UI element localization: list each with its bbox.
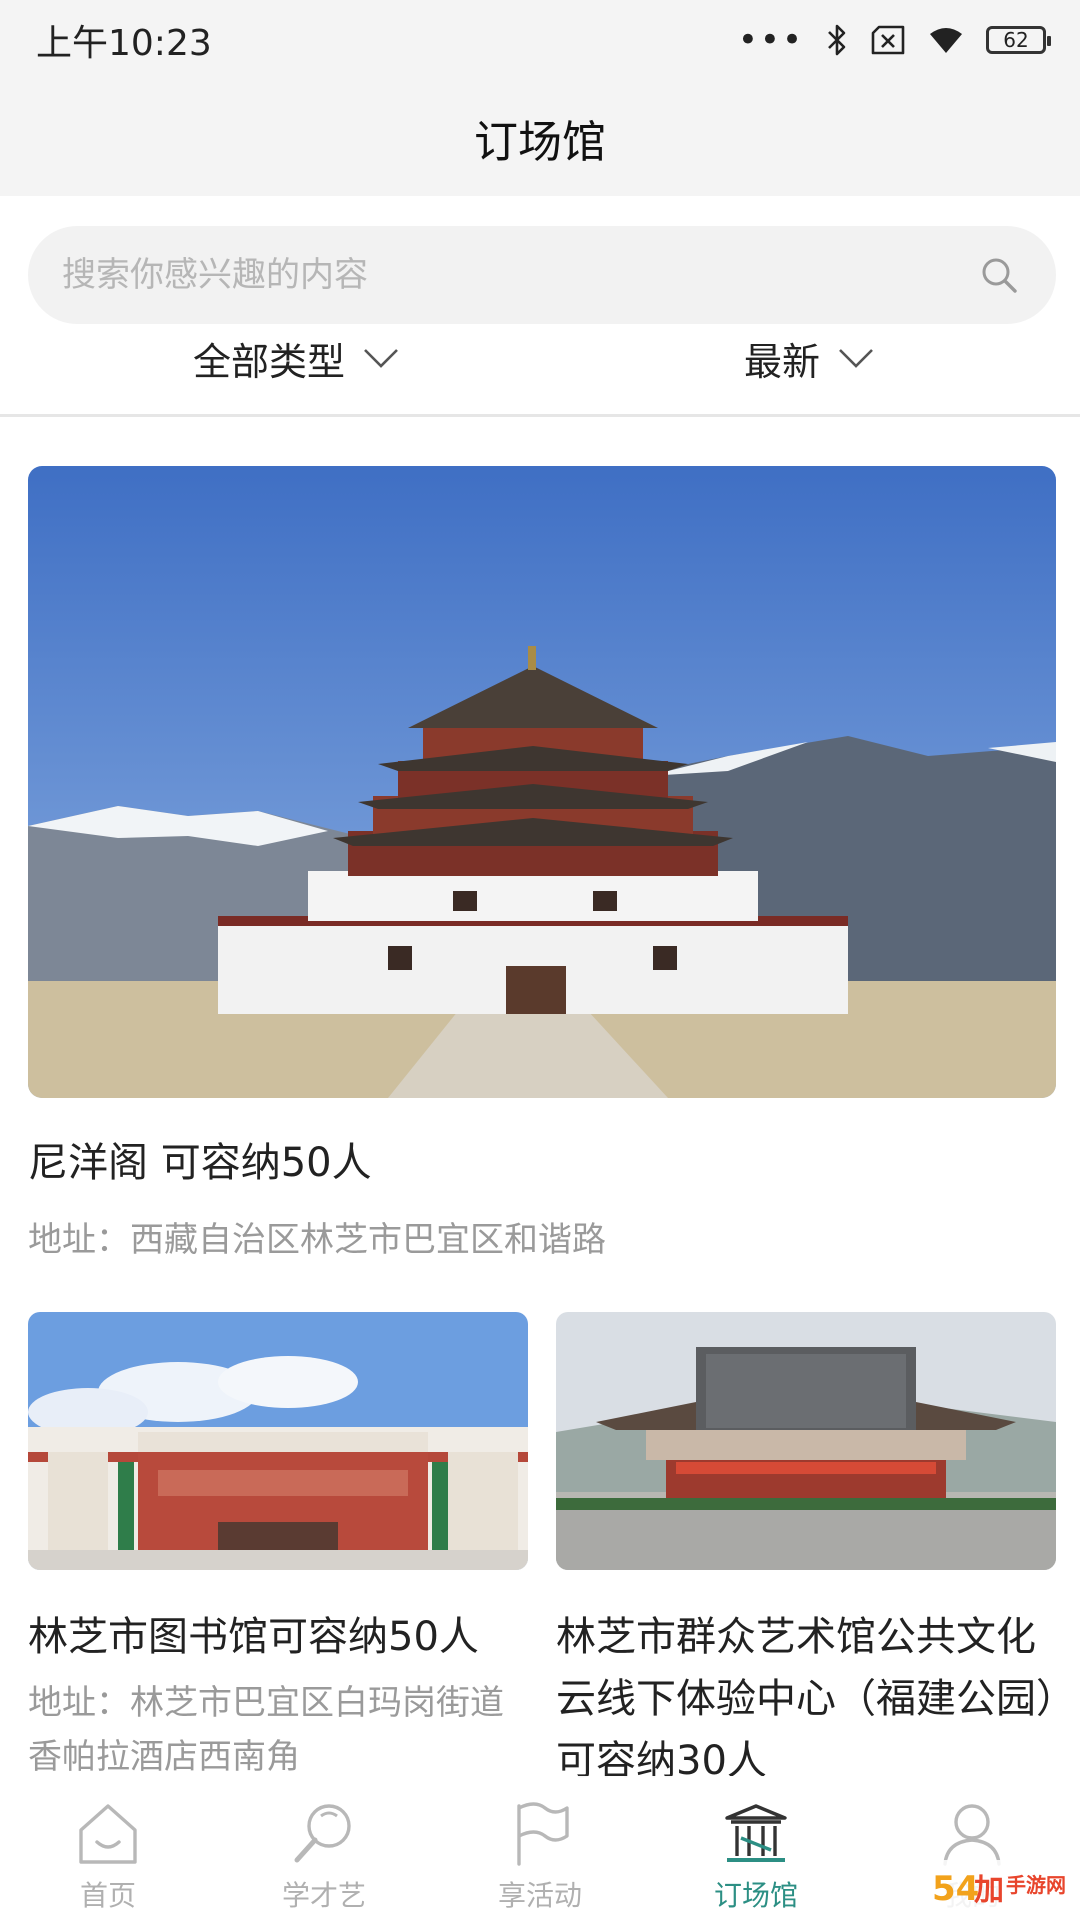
venue-title[interactable]: 林芝市群众艺术馆公共文化云线下体验中心（福建公园）可容纳30人 (556, 1606, 1056, 1792)
venue-address: 地址：西藏自治区林芝市巴宜区和谐路 (28, 1220, 606, 1260)
nav-venues[interactable]: 订场馆 (648, 1776, 864, 1920)
venue-photo-art-center[interactable] (556, 1312, 1056, 1570)
wifi-icon (930, 28, 962, 53)
search-bar[interactable] (28, 226, 1056, 324)
svg-text:加: 加 (974, 1873, 1004, 1908)
nav-home[interactable]: 首页 (0, 1776, 216, 1920)
building-icon (725, 1804, 787, 1862)
search-icon[interactable] (980, 256, 1018, 294)
title-bar: 订场馆 (0, 80, 1080, 196)
status-icons: ••• 62 (737, 18, 1051, 62)
svg-text:54: 54 (932, 1869, 979, 1909)
more-dots-icon: ••• (737, 20, 804, 60)
sort-filter-label: 最新 (744, 339, 821, 384)
status-bar: 上午10:23 ••• 62 (0, 0, 1080, 80)
nav-label: 享活动 (497, 1879, 582, 1912)
status-time: 上午10:23 (36, 23, 212, 64)
battery-icon: 62 (986, 26, 1051, 54)
chevron-down-icon (364, 349, 398, 368)
venue-title[interactable]: 林芝市图书馆可容纳50人 (28, 1606, 528, 1668)
search-input[interactable] (62, 226, 942, 324)
svg-text:手游网: 手游网 (1006, 1873, 1066, 1897)
home-icon (79, 1804, 137, 1864)
nav-activities[interactable]: 享活动 (432, 1776, 648, 1920)
watermark-logo: 54 加 手游网 (926, 1860, 1072, 1916)
bluetooth-icon (828, 24, 846, 56)
chevron-down-icon (839, 349, 873, 368)
venue-title[interactable]: 尼洋阁 可容纳50人 (28, 1130, 372, 1188)
type-filter-label: 全部类型 (193, 339, 346, 384)
page-title: 订场馆 (474, 117, 606, 168)
flag-icon (517, 1802, 569, 1866)
venue-card-library[interactable]: 林芝市图书馆可容纳50人 地址：林芝市巴宜区白玛岗街道香帕拉酒店西南角 (28, 1312, 528, 1784)
nav-learn[interactable]: 学才艺 (216, 1776, 432, 1920)
type-filter-dropdown[interactable]: 全部类型 (193, 330, 399, 386)
venue-photo-nyang-pavilion[interactable] (28, 466, 1056, 1098)
venue-address: 地址：林芝市巴宜区白玛岗街道香帕拉酒店西南角 (28, 1683, 504, 1777)
bottom-nav: 首页 学才艺 享活动 订场馆 我的 (0, 1776, 1080, 1920)
filter-divider (0, 414, 1080, 417)
nav-label: 学才艺 (281, 1879, 366, 1912)
search-magnifier-icon (294, 1804, 351, 1863)
venue-photo-library[interactable] (28, 1312, 528, 1570)
nav-label: 订场馆 (713, 1879, 798, 1912)
sort-filter-dropdown[interactable]: 最新 (744, 330, 874, 386)
nav-label: 首页 (79, 1879, 136, 1912)
venue-card-art-center[interactable]: 林芝市群众艺术馆公共文化云线下体验中心（福建公园）可容纳30人 (556, 1312, 1056, 1792)
sim-off-icon (871, 25, 905, 55)
